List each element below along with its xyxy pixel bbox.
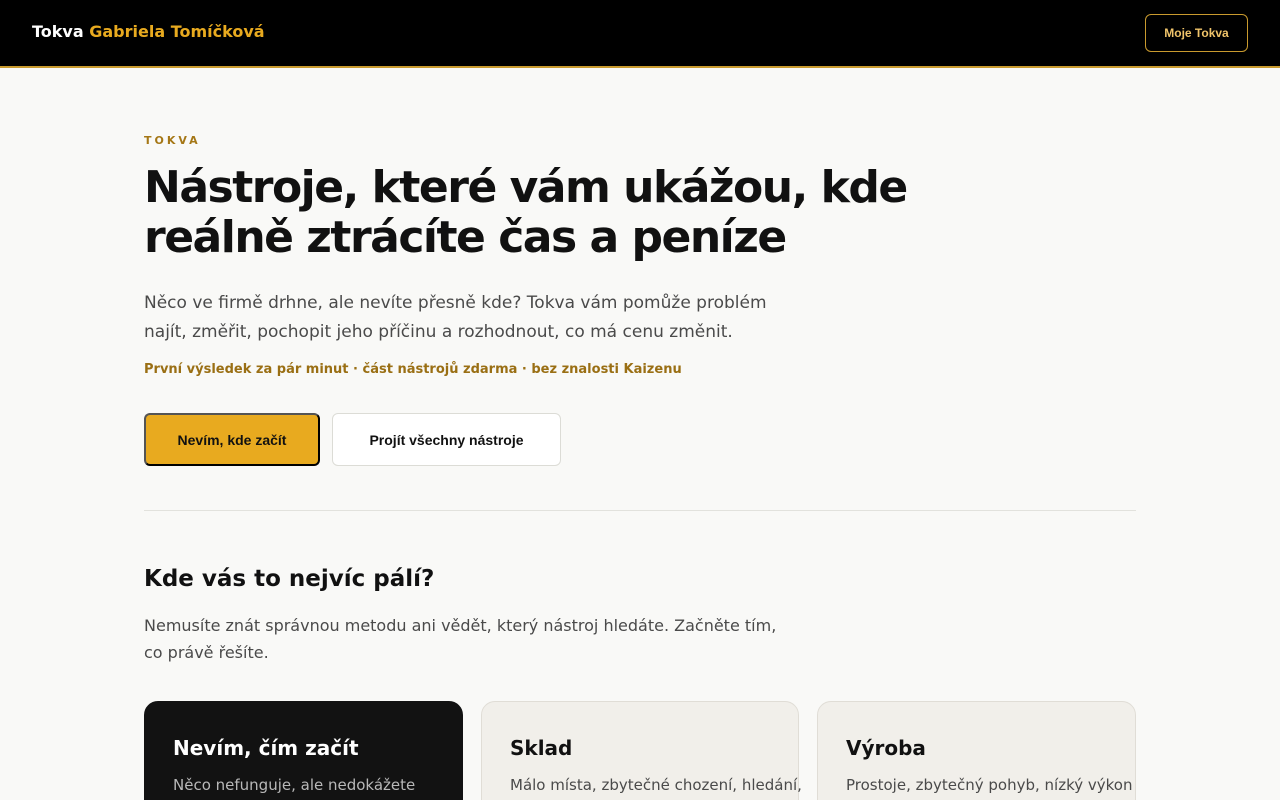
hero-subtitle: Něco ve firmě drhne, ale nevíte přesně k… <box>144 293 767 342</box>
card-description: Prostoje, zbytečný pohyb, nízký výkon <box>846 776 1133 794</box>
card-title: Nevím, čím začít <box>173 736 359 760</box>
card-description: Málo místa, zbytečné chození, hledání, <box>510 776 802 794</box>
brand-owner: Gabriela Tomíčková <box>89 22 265 41</box>
hero-note: První výsledek za pár minut · část nástr… <box>144 362 682 377</box>
browse-tools-button[interactable]: Projít všechny nástroje <box>332 413 561 466</box>
card-warehouse[interactable]: Sklad Málo místa, zbytečné chození, hled… <box>481 701 802 800</box>
hero-eyebrow: TOKVA <box>144 134 201 147</box>
brand-logo[interactable]: Tokva Gabriela Tomíčková <box>32 22 265 41</box>
card-description: Něco nefunguje, ale nedokážete <box>173 776 416 794</box>
top-navigation-bar: Tokva Gabriela Tomíčková Moje Tokva <box>0 0 1280 68</box>
section-subtitle: Nemusíte znát správnou metodu ani vědět,… <box>144 616 777 662</box>
brand-prefix: Tokva <box>32 22 84 41</box>
card-production[interactable]: Výroba Prostoje, zbytečný pohyb, nízký v… <box>817 701 1136 800</box>
section-title: Kde vás to nejvíc pálí? <box>144 566 435 592</box>
start-guide-button[interactable]: Nevím, kde začít <box>144 413 320 466</box>
hero-title: Nástroje, které vám ukážou, kde reálně z… <box>144 162 908 263</box>
card-title: Sklad <box>510 736 573 760</box>
card-dont-know-where-to-start[interactable]: Nevím, čím začít Něco nefunguje, ale ned… <box>144 701 463 800</box>
card-title: Výroba <box>846 736 926 760</box>
my-account-button[interactable]: Moje Tokva <box>1145 14 1248 52</box>
section-divider <box>144 510 1136 511</box>
